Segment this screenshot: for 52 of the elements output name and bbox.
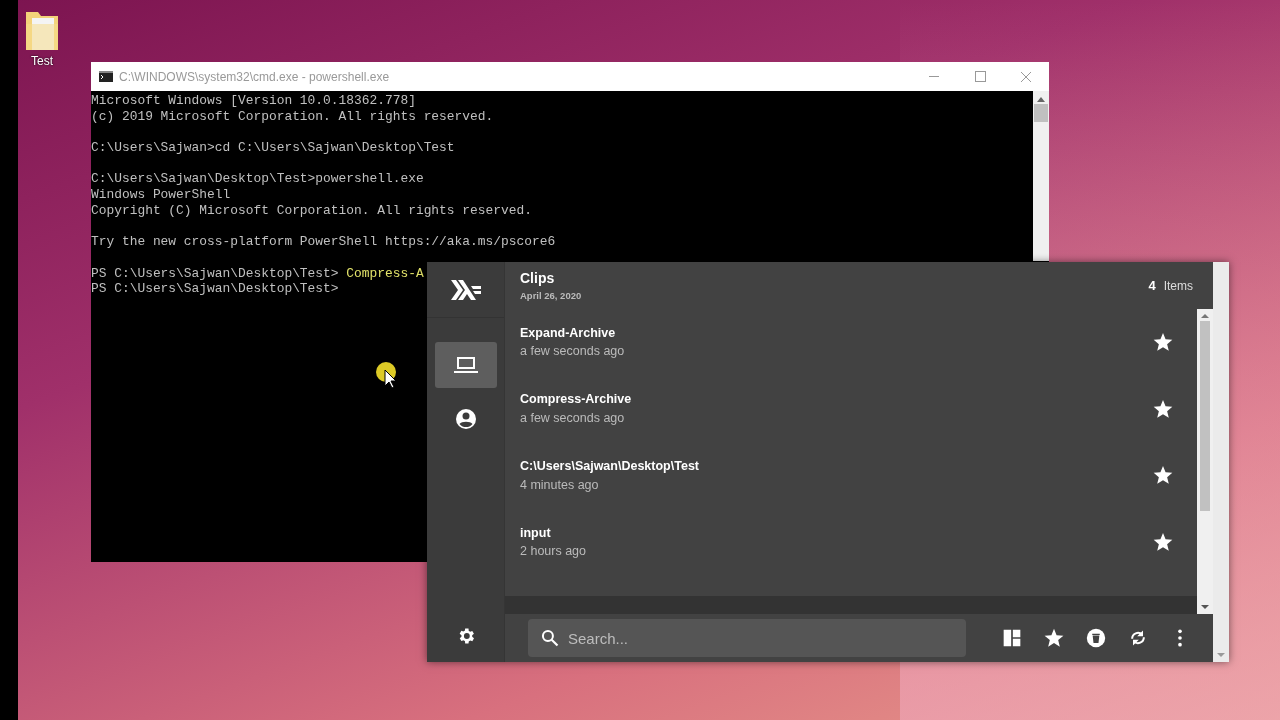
terminal-line: PS C:\Users\Sajwan\Desktop\Test> (91, 281, 339, 297)
clip-time: 2 hours ago (520, 543, 588, 561)
window-title: C:\WINDOWS\system32\cmd.exe - powershell.exe (119, 68, 391, 86)
clip-item[interactable]: Expand-Archive a few seconds ago (505, 309, 1197, 376)
clip-time: a few seconds ago (520, 410, 626, 428)
terminal-line: C:\Users\Sajwan>cd C:\Users\Sajwan\Desktop\Test (91, 140, 455, 156)
dashboard-icon[interactable] (1002, 628, 1022, 649)
sidebar-item[interactable] (434, 342, 497, 388)
clip-item[interactable]: Compress-Archive a few seconds ago (505, 375, 1197, 443)
star-icon[interactable] (1153, 399, 1173, 419)
search-field[interactable]: Search... (528, 619, 966, 658)
scrollbar-thumb[interactable] (1200, 321, 1210, 512)
logo-icon (450, 279, 481, 300)
desktop-icon[interactable]: Test (22, 8, 62, 70)
scrollbar[interactable] (1033, 91, 1049, 261)
scrollbar[interactable] (1213, 262, 1229, 662)
down-arrow-icon (1217, 653, 1225, 658)
clip-text: Compress-Archive (520, 391, 633, 409)
clip-time: a few seconds ago (520, 343, 626, 361)
clip-time: 4 minutes ago (520, 476, 600, 494)
star-icon[interactable] (1153, 332, 1173, 352)
cursor-icon (376, 362, 398, 390)
item-count-label: Items (1163, 277, 1193, 295)
item-count: 4 (1148, 276, 1156, 295)
star-icon[interactable] (1153, 533, 1173, 552)
terminal-line: Try the new cross-platform PowerShell https://aka.ms/pscore6 (91, 234, 556, 250)
up-arrow-icon (1037, 96, 1045, 102)
clip-text: C:\Users\Sajwan\Desktop\Test (520, 458, 700, 476)
search-icon (540, 628, 560, 649)
scrollbar-thumb[interactable] (1034, 104, 1048, 122)
clip-item[interactable]: input 2 hours ago (505, 509, 1197, 576)
delete-icon[interactable] (1086, 628, 1106, 649)
scrollbar[interactable] (1197, 309, 1213, 615)
terminal-command: Compress-A (346, 265, 424, 281)
console-icon (99, 71, 113, 82)
clip-item[interactable]: C:\Users\Sajwan\Desktop\Test 4 minutes ago (505, 442, 1197, 510)
account-icon (454, 408, 477, 430)
down-arrow-icon (1201, 605, 1209, 611)
terminal-line: (c) 2019 Microsoft Corporation. All rights reserved. (91, 108, 494, 124)
laptop-icon (453, 355, 478, 375)
terminal-line: Windows PowerShell (91, 187, 231, 203)
terminal-line: C:\Users\Sajwan\Desktop\Test>powershell.exe (91, 171, 424, 187)
star-icon[interactable] (1153, 466, 1173, 486)
clip-text: input (520, 524, 552, 542)
terminal-line: Copyright (C) Microsoft Corporation. All rights reserved. (91, 202, 532, 218)
list-title: Clips (520, 268, 556, 288)
up-arrow-icon (1201, 313, 1209, 319)
terminal-line: PS C:\Users\Sajwan\Desktop\Test> (91, 265, 340, 281)
star-icon[interactable] (1044, 628, 1064, 649)
list-date: April 26, 2020 (520, 288, 583, 303)
clip-text: Expand-Archive (520, 324, 617, 342)
terminal-line: Microsoft Windows [Version 10.0.18362.778] (91, 93, 416, 108)
